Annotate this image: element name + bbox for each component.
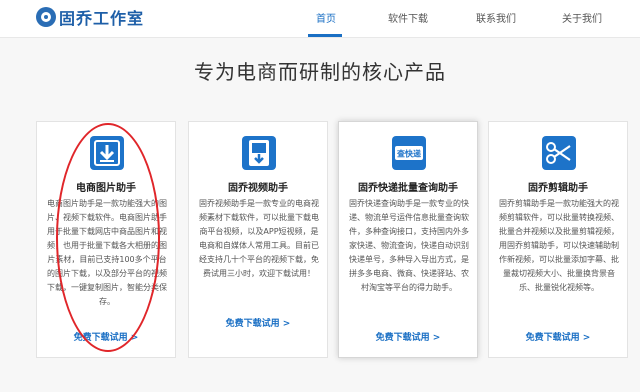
nav-active-indicator <box>308 34 342 37</box>
card-title: 固乔视频助手 <box>228 183 288 194</box>
logo[interactable]: 固乔工作室 <box>36 6 144 28</box>
card-description: 电商图片助手是一款功能强大的图片、视频下载软件。电商图片助手用于批量下载网店中商… <box>47 199 167 306</box>
free-trial-link[interactable]: 免费下载试用 > <box>189 316 327 329</box>
card-title: 固乔剪辑助手 <box>528 183 588 194</box>
free-trial-link[interactable]: 免费下载试用 > <box>37 330 175 343</box>
product-card-video-helper: 固乔视频助手 固乔视频助手是一款专业的电商视频素材下载软件，可以批量下载电商平台… <box>188 121 328 358</box>
free-trial-link[interactable]: 免费下载试用 > <box>489 330 627 343</box>
card-description: 固乔剪辑助手是一款功能强大的视频剪辑软件，可以批量转换视频、批量合并视频以及批量… <box>499 199 619 292</box>
card-description: 固乔快递查询助手是一款专业的快递、物流单号运件信息批量查询软件，多种查询接口，支… <box>349 199 469 292</box>
logo-text: 固乔工作室 <box>59 9 145 28</box>
product-card-editing-helper: 固乔剪辑助手 固乔剪辑助手是一款功能强大的视频剪辑软件，可以批量转换视频、批量合… <box>488 121 628 358</box>
card-title: 固乔快递批量查询助手 <box>358 183 458 194</box>
card-description: 固乔视频助手是一款专业的电商视频素材下载软件，可以批量下载电商平台视频，以及AP… <box>199 199 319 278</box>
express-query-icon[interactable]: 查快递 <box>392 136 426 170</box>
product-card-image-helper: 电商图片助手 电商图片助手是一款功能强大的图片、视频下载软件。电商图片助手用于批… <box>36 121 176 358</box>
product-card-express-query: 查快递 固乔快递批量查询助手 固乔快递查询助手是一款专业的快递、物流单号运件信息… <box>338 121 478 358</box>
nav-contact[interactable]: 联系我们 <box>476 10 516 25</box>
scissors-icon[interactable] <box>542 136 576 170</box>
video-download-icon[interactable] <box>242 136 276 170</box>
express-query-icon-label: 查快递 <box>397 149 421 159</box>
download-icon[interactable] <box>90 136 124 170</box>
top-navbar: 固乔工作室 首页 软件下载 联系我们 关于我们 <box>0 0 640 38</box>
nav-software-download[interactable]: 软件下载 <box>388 10 428 25</box>
logo-icon <box>36 7 56 27</box>
nav-about[interactable]: 关于我们 <box>562 10 602 25</box>
nav-home[interactable]: 首页 <box>316 10 336 25</box>
free-trial-link[interactable]: 免费下载试用 > <box>339 330 477 343</box>
card-title: 电商图片助手 <box>76 183 136 194</box>
section-heading: 专为电商而研制的核心产品 <box>194 60 446 84</box>
